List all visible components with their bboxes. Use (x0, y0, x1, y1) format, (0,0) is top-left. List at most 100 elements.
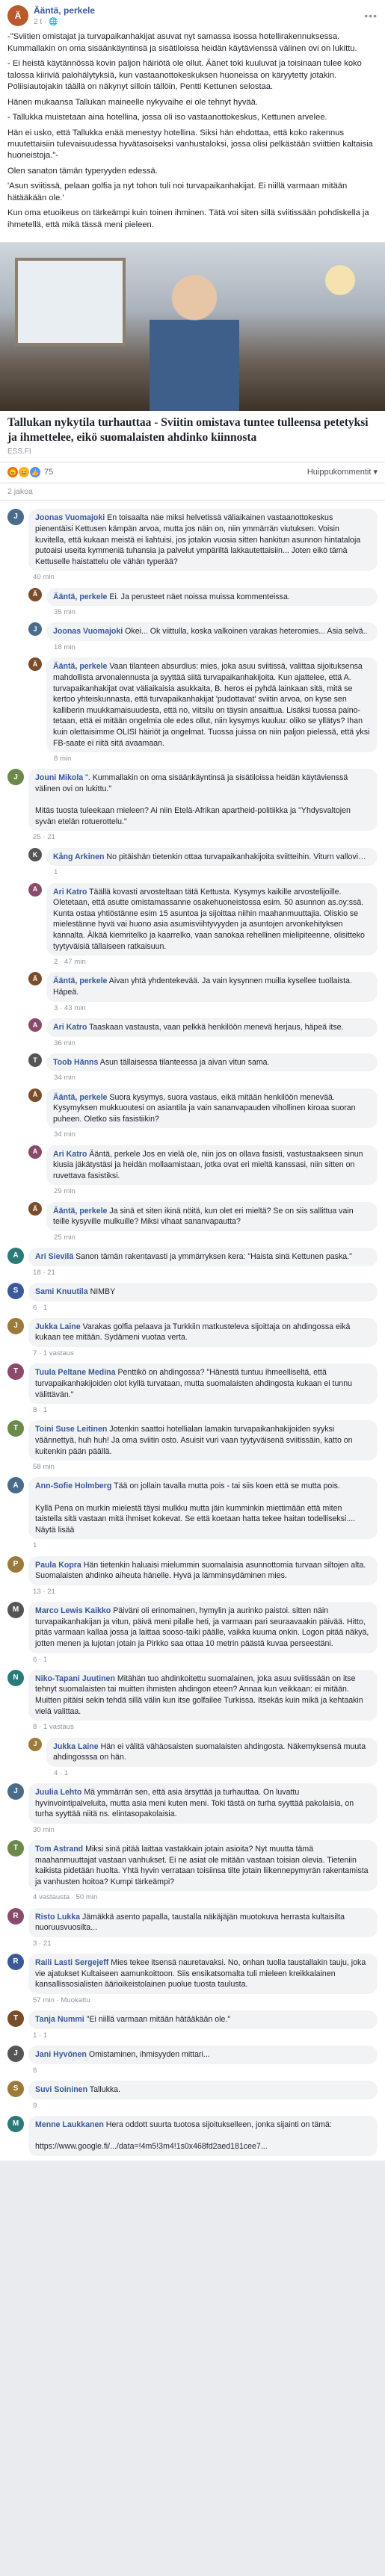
comment-meta[interactable]: 34 min (54, 1130, 378, 1139)
commenter-name[interactable]: Paula Kopra (35, 1561, 81, 1570)
commenter-name[interactable]: Toob Hänns (53, 1058, 98, 1067)
commenter-name[interactable]: Ääntä, perkele (53, 1207, 107, 1216)
commenter-name[interactable]: Ari Katro (53, 888, 87, 897)
comment-meta[interactable]: 2 · 47 min (54, 957, 378, 967)
commenter-avatar[interactable]: Ä (28, 587, 42, 601)
commenter-avatar[interactable]: M (7, 2115, 24, 2132)
commenter-name[interactable]: Niko-Tapani Juutinen (35, 1674, 115, 1683)
commenter-avatar[interactable]: T (7, 1840, 24, 1857)
commenter-avatar[interactable]: T (7, 1420, 24, 1437)
commenter-name[interactable]: Joonas Vuomajoki (35, 513, 105, 522)
commenter-avatar[interactable]: Ä (28, 972, 42, 986)
link-preview[interactable]: Tallukan nykytila turhauttaa - Sviitin o… (0, 242, 385, 462)
commenter-name[interactable]: Raili Lasti Sergejeff (35, 1958, 108, 1967)
comment-meta[interactable]: 3 · 43 min (54, 1003, 378, 1013)
commenter-name[interactable]: Risto Lukka (35, 1913, 80, 1922)
comment-meta[interactable]: 1 · 1 (33, 2031, 378, 2040)
commenter-name[interactable]: Ari Katro (53, 1150, 87, 1159)
comment-meta[interactable]: 30 min (33, 1825, 378, 1835)
commenter-avatar[interactable]: T (7, 2010, 24, 2028)
commenter-avatar[interactable]: P (7, 1555, 24, 1573)
commenter-avatar[interactable]: J (28, 1737, 42, 1751)
commenter-name[interactable]: Ääntä, perkele (53, 976, 107, 985)
commenter-avatar[interactable]: N (7, 1669, 24, 1686)
commenter-avatar[interactable]: J (28, 622, 42, 637)
post-time[interactable]: 2 t (34, 18, 42, 26)
comment-meta[interactable]: 13 · 21 (33, 1587, 378, 1597)
page-avatar[interactable]: Ä (7, 5, 28, 27)
commenter-avatar[interactable]: R (7, 1954, 24, 1971)
commenter-name[interactable]: Jani Hyvönen (35, 2050, 87, 2059)
comment-meta[interactable]: 18 min (54, 643, 378, 652)
comment-meta[interactable]: 29 min (54, 1186, 378, 1196)
comment-meta[interactable]: 3 · 21 (33, 1939, 378, 1948)
comment-meta[interactable]: 6 · 1 (33, 1303, 378, 1313)
commenter-avatar[interactable]: Ä (28, 1088, 42, 1102)
comment-meta[interactable]: 4 vastausta · 50 min (33, 1892, 378, 1902)
comment-meta[interactable]: 25 min (54, 1233, 378, 1242)
comment-meta[interactable]: 6 (33, 2066, 378, 2075)
comment-meta[interactable]: 8 · 1 vastaus (33, 1722, 378, 1732)
commenter-avatar[interactable]: J (7, 509, 24, 526)
commenter-avatar[interactable]: A (28, 1018, 42, 1032)
commenter-avatar[interactable]: J (7, 1317, 24, 1334)
comment-meta[interactable]: 1 (33, 1541, 378, 1550)
comment-meta[interactable]: 57 min · Muokattu (33, 1996, 378, 2005)
commenter-name[interactable]: Ari Katro (53, 1023, 87, 1032)
commenter-name[interactable]: Jukka Laine (53, 1742, 99, 1751)
commenter-name[interactable]: Joonas Vuomajoki (53, 627, 123, 636)
commenter-avatar[interactable]: T (28, 1053, 42, 1067)
post-author[interactable]: Ääntä, perkele (34, 4, 364, 17)
commenter-name[interactable]: Sami Knuutila (35, 1287, 88, 1296)
commenter-name[interactable]: Jouni Mikola (35, 773, 83, 782)
commenter-name[interactable]: Marco Lewis Kaikko (35, 1606, 111, 1615)
commenter-avatar[interactable]: A (28, 1145, 42, 1159)
reactions-bar[interactable]: 😠 😆 👍 75 Huippukommentit ▾ (0, 462, 385, 483)
comment-meta[interactable]: 6 · 1 (33, 1655, 378, 1665)
commenter-name[interactable]: Menne Laukkanen (35, 2120, 104, 2129)
commenter-avatar[interactable]: R (7, 1907, 24, 1925)
comment-meta[interactable]: 25 · 21 (33, 832, 378, 842)
commenter-name[interactable]: Kång Arkinen (53, 852, 104, 861)
commenter-avatar[interactable]: K (28, 847, 42, 861)
commenter-name[interactable]: Ann-Sofie Holmberg (35, 1481, 111, 1490)
comment-meta[interactable]: 8 · 1 (33, 1405, 378, 1415)
commenter-avatar[interactable]: A (7, 1477, 24, 1494)
commenter-name[interactable]: Ääntä, perkele (53, 1093, 107, 1102)
commenter-name[interactable]: Ääntä, perkele (53, 592, 107, 601)
comment-meta[interactable]: 9 (33, 2101, 378, 2111)
commenter-avatar[interactable]: J (7, 1783, 24, 1800)
commenter-name[interactable]: Suvi Soininen (35, 2085, 87, 2094)
comment-meta[interactable]: 4 · 1 (54, 1768, 378, 1778)
link-title[interactable]: Tallukan nykytila turhauttaa - Sviitin o… (7, 415, 378, 445)
comment-meta[interactable]: 58 min (33, 1462, 378, 1472)
comment-meta[interactable]: 34 min (54, 1073, 378, 1083)
commenter-name[interactable]: Tuula Peltane Medina (35, 1368, 116, 1377)
commenter-avatar[interactable]: S (7, 1283, 24, 1299)
reaction-count[interactable]: 75 (44, 467, 53, 478)
commenter-avatar[interactable]: A (7, 1248, 24, 1265)
commenter-avatar[interactable]: J (7, 769, 24, 786)
commenter-name[interactable]: Jukka Laine (35, 1322, 81, 1331)
commenter-avatar[interactable]: Ä (28, 1201, 42, 1216)
commenter-avatar[interactable]: M (7, 1602, 24, 1619)
comment-meta[interactable]: 35 min (54, 607, 378, 617)
commenter-avatar[interactable]: A (28, 882, 42, 897)
comment-meta[interactable]: 8 min (54, 754, 378, 764)
commenter-name[interactable]: Toini Suse Leitinen (35, 1425, 107, 1434)
commenter-name[interactable]: Ari Sievilä (35, 1252, 73, 1261)
commenter-name[interactable]: Tom Astrand (35, 1845, 83, 1854)
comment-meta[interactable]: 36 min (54, 1038, 378, 1048)
commenter-avatar[interactable]: S (7, 2080, 24, 2097)
commenter-name[interactable]: Ääntä, perkele (53, 662, 107, 671)
comment-meta[interactable]: 18 · 21 (33, 1268, 378, 1278)
comment-meta[interactable]: 7 · 1 vastaus (33, 1349, 378, 1358)
commenter-name[interactable]: Tanja Nummi (35, 2015, 84, 2024)
share-count[interactable]: 2 jakoa (0, 482, 385, 500)
commenter-avatar[interactable]: T (7, 1363, 24, 1381)
commenter-name[interactable]: Juulia Lehto (35, 1788, 81, 1797)
comment-meta[interactable]: 40 min (33, 572, 378, 582)
more-options-icon[interactable]: ••• (364, 9, 378, 23)
commenter-avatar[interactable]: Ä (28, 657, 42, 672)
link-image[interactable] (0, 243, 385, 412)
